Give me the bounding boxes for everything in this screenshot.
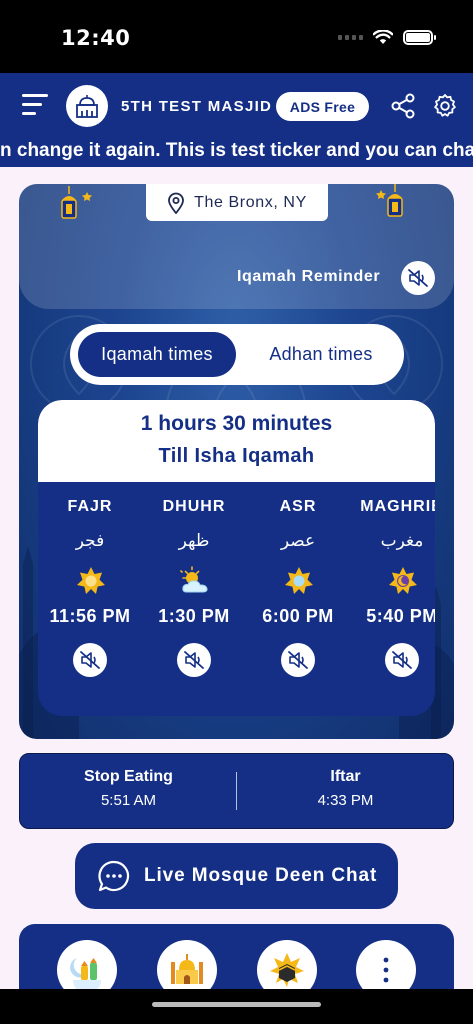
prayer-schedule-card: 1 hours 30 minutes Till Isha Iqamah FAJR… bbox=[38, 400, 435, 716]
cellular-signal-icon bbox=[338, 35, 363, 40]
speaker-muted-icon bbox=[184, 651, 204, 669]
more-vertical-icon bbox=[383, 957, 389, 983]
iqamah-reminder-toggle[interactable] bbox=[401, 261, 435, 295]
prayer-name-arabic: مغرب bbox=[380, 531, 424, 551]
location-header-panel: The Bronx, NY Iqamah Reminder bbox=[19, 184, 454, 309]
stop-eating-time: 5:51 AM bbox=[100, 792, 157, 809]
sun-star-icon bbox=[285, 567, 313, 594]
countdown-time: 1 hours 30 minutes bbox=[140, 412, 333, 435]
app-header: 5TH TEST MASJID ADS Free bbox=[0, 73, 473, 137]
iftar-block: Iftar 4:33 PM bbox=[237, 768, 454, 809]
iftar-label: Iftar bbox=[330, 768, 361, 785]
speaker-muted-icon bbox=[80, 651, 100, 669]
wifi-icon bbox=[373, 30, 393, 44]
home-indicator-bar bbox=[0, 989, 473, 1024]
sun-cloud-icon bbox=[180, 566, 208, 593]
countdown-panel: 1 hours 30 minutes Till Isha Iqamah bbox=[38, 400, 435, 482]
prayer-name-arabic: ظهر bbox=[178, 531, 210, 551]
prayer-time: 6:00 PM bbox=[262, 606, 334, 626]
home-indicator[interactable] bbox=[152, 1002, 321, 1007]
tab-iqamah-times[interactable]: Iqamah times bbox=[78, 332, 236, 377]
mosque-icon bbox=[171, 954, 203, 984]
news-ticker: n change it again. This is test ticker a… bbox=[0, 137, 473, 167]
prayer-maghrib: MAGHRIB مغرب 5:40 PM bbox=[350, 482, 435, 716]
masjid-name: 5TH TEST MASJID bbox=[121, 98, 273, 115]
moon-star-icon bbox=[389, 567, 417, 594]
prayer-name-arabic: فجر bbox=[75, 531, 105, 551]
live-chat-button[interactable]: Live Mosque Deen Chat bbox=[75, 843, 398, 909]
prayer-time: 5:40 PM bbox=[366, 606, 435, 626]
crescent-lantern-right-icon bbox=[375, 184, 429, 234]
ads-free-button[interactable]: ADS Free bbox=[276, 92, 369, 121]
battery-icon bbox=[403, 30, 436, 45]
prayer-mute-toggle[interactable] bbox=[385, 643, 419, 677]
ticker-text: n change it again. This is test ticker a… bbox=[0, 140, 473, 161]
gear-icon[interactable] bbox=[432, 93, 458, 119]
share-icon[interactable] bbox=[390, 93, 416, 119]
prayer-name: DHUHR bbox=[162, 498, 226, 515]
status-icons bbox=[338, 30, 436, 45]
prayer-dhuhr: DHUHR ظهر 1:30 PM bbox=[142, 482, 246, 716]
fasting-times-bar: Stop Eating 5:51 AM Iftar 4:33 PM bbox=[19, 753, 454, 829]
menu-icon[interactable] bbox=[22, 94, 48, 116]
masjid-logo bbox=[66, 85, 108, 127]
mosque-icon bbox=[76, 95, 98, 118]
speaker-muted-icon bbox=[408, 269, 428, 287]
iqamah-reminder-label: Iqamah Reminder bbox=[237, 268, 381, 285]
location-text: The Bronx, NY bbox=[194, 193, 307, 211]
tab-adhan-times[interactable]: Adhan times bbox=[246, 332, 396, 377]
prayer-name-arabic: عصر bbox=[280, 531, 316, 551]
times-type-toggle: Iqamah times Adhan times bbox=[70, 324, 404, 385]
status-bar: 12:40 bbox=[0, 0, 473, 73]
prayer-times-card: The Bronx, NY Iqamah Reminder Iqamah tim… bbox=[19, 184, 454, 739]
speaker-muted-icon bbox=[392, 651, 412, 669]
status-time: 12:40 bbox=[61, 26, 131, 50]
iftar-time: 4:33 PM bbox=[317, 792, 374, 809]
prayer-time: 1:30 PM bbox=[158, 606, 230, 626]
ramadan-lantern-icon bbox=[70, 958, 101, 990]
kaaba-icon bbox=[270, 953, 304, 987]
prayer-time: 11:56 PM bbox=[49, 606, 131, 626]
speaker-muted-icon bbox=[288, 651, 308, 669]
main-content: The Bronx, NY Iqamah Reminder Iqamah tim… bbox=[0, 167, 473, 1004]
prayer-mute-toggle[interactable] bbox=[73, 643, 107, 677]
stop-eating-label: Stop Eating bbox=[84, 768, 173, 785]
prayer-times-row[interactable]: FAJR فجر 11:56 PM DHUHR ظهر 1:30 PM ASR … bbox=[38, 482, 435, 716]
location-selector[interactable]: The Bronx, NY bbox=[146, 184, 328, 221]
live-chat-label: Live Mosque Deen Chat bbox=[144, 865, 378, 886]
prayer-mute-toggle[interactable] bbox=[281, 643, 315, 677]
prayer-name: FAJR bbox=[67, 498, 113, 515]
prayer-name: ASR bbox=[279, 498, 317, 515]
chat-bubble-icon bbox=[98, 860, 130, 892]
prayer-name: MAGHRIB bbox=[360, 498, 435, 515]
location-pin-icon bbox=[168, 192, 185, 214]
prayer-asr: ASR عصر 6:00 PM bbox=[246, 482, 350, 716]
sun-star-icon bbox=[77, 567, 105, 594]
stop-eating-block: Stop Eating 5:51 AM bbox=[20, 768, 237, 809]
crescent-lantern-left-icon bbox=[43, 186, 97, 234]
prayer-fajr: FAJR فجر 11:56 PM bbox=[38, 482, 142, 716]
countdown-subtitle: Till Isha Iqamah bbox=[158, 445, 315, 467]
prayer-mute-toggle[interactable] bbox=[177, 643, 211, 677]
